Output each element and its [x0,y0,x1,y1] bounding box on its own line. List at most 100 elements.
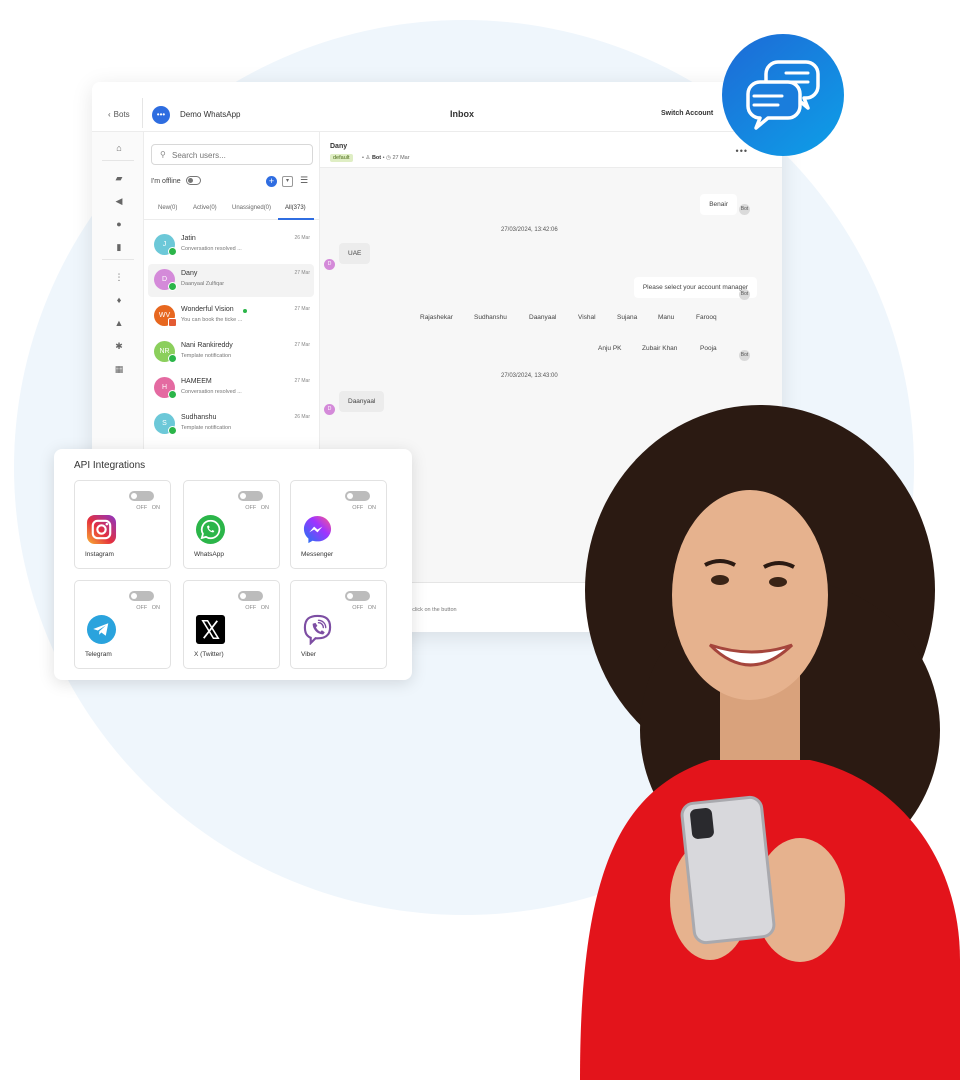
integration-tile-telegram[interactable]: OFF ON Telegram [74,580,171,669]
integration-tile-instagram[interactable]: OFF ON Instagram [74,480,171,569]
bot-avatar: Bot [739,350,750,361]
tab-new[interactable]: New(0) [158,205,177,211]
integration-toggle[interactable] [345,491,370,501]
off-on-labels: OFF ON [136,505,160,511]
conversation-item[interactable]: WV Wonderful Vision You can book the tic… [148,300,314,333]
chat-bubbles-badge [722,34,844,156]
tag-badge[interactable]: default [330,154,353,162]
chat-logo-icon: ••• [152,106,170,124]
message-bubble-incoming: Daanyaal [339,391,385,412]
option-button[interactable]: Rajashekar [420,314,453,321]
conversation-item[interactable]: NR Nani Rankireddy Template notification… [148,336,314,369]
conversation-item[interactable]: S Sudhanshu Template notification 26 Mar [148,408,314,441]
api-integrations-title: API Integrations [74,460,146,471]
integration-label: WhatsApp [194,551,224,558]
conversation-item[interactable]: J Jatin Conversation resolved ... 26 Mar [148,229,314,262]
inbox-icon[interactable]: ▰ [114,173,124,183]
x-twitter-icon [195,614,226,645]
bot-avatar: Bot [739,204,750,215]
web-badge-icon [168,318,177,327]
gear-icon[interactable]: ✱ [114,341,124,351]
whatsapp-badge-icon [168,282,177,291]
conversation-date: 27 Mar [294,378,310,384]
api-integrations-card: API Integrations OFF ON Instagram OFF ON… [54,449,412,680]
woman-with-phone-image [580,405,960,1080]
timestamp: 27/03/2024, 13:43:00 [501,373,558,379]
search-icon: ⚲ [160,150,166,159]
search-input[interactable] [172,148,308,162]
message-preview: Template notification [181,425,232,431]
bulb-icon[interactable]: ♦ [114,295,124,305]
users-icon[interactable]: ● [114,219,124,229]
whatsapp-badge-icon [168,390,177,399]
conversation-item[interactable]: H HAMEEM Conversation resolved ... 27 Ma… [148,372,314,405]
contact-name: Dany [181,270,198,277]
switch-account-button[interactable]: Switch Account [661,110,713,117]
rail-divider [102,160,134,161]
offline-toggle[interactable] [186,176,201,185]
assignee: Bot [371,155,382,161]
option-button[interactable]: Zubair Khan [642,345,677,352]
integration-tile-x-twitter[interactable]: OFF ON X (Twitter) [183,580,280,669]
flow-icon[interactable]: ⋮ [114,272,124,282]
option-button[interactable]: Farooq [696,314,717,321]
bot-avatar: Bot [739,289,750,300]
option-button[interactable]: Anju PK [598,345,622,352]
online-status-icon [243,309,247,313]
integration-label: Instagram [85,551,114,558]
integration-toggle[interactable] [345,591,370,601]
tab-active[interactable]: Active(0) [193,205,217,211]
option-button[interactable]: Pooja [700,345,717,352]
topbar: ‹ Bots ••• Demo WhatsApp Inbox Switch Acc… [92,82,782,132]
dropdown-button[interactable]: ▾ [282,176,293,187]
off-on-labels: OFF ON [352,505,376,511]
filter-icon[interactable]: ☰ [300,175,308,186]
integration-toggle[interactable] [129,591,154,601]
message-preview: Conversation resolved ... [181,246,242,252]
integration-tile-viber[interactable]: OFF ON Viber [290,580,387,669]
contact-name: Nani Rankireddy [181,342,233,349]
message-preview: Template notification [181,353,232,359]
bot-name: Demo WhatsApp [180,110,241,119]
chat-bubbles-icon [746,60,820,130]
off-on-labels: OFF ON [352,605,376,611]
whatsapp-badge-icon [168,354,177,363]
grid-icon[interactable]: ▦ [114,364,124,374]
instagram-icon [86,514,117,545]
off-on-labels: OFF ON [245,505,269,511]
message-preview: You can book the ticke ... [181,317,243,323]
back-to-bots-link[interactable]: ‹ Bots [108,110,130,119]
option-button[interactable]: Daanyaal [529,314,556,321]
user-avatar: D [324,259,335,270]
option-button[interactable]: Manu [658,314,674,321]
integration-toggle[interactable] [238,491,263,501]
conversation-item-selected[interactable]: D Dany Daanyaal Zulfiqar 27 Mar [148,264,314,297]
home-icon[interactable]: ⌂ [114,143,124,153]
integration-toggle[interactable] [238,591,263,601]
tab-all[interactable]: All(373) [285,205,306,211]
chevron-left-icon: ‹ [108,110,111,119]
option-button[interactable]: Sujana [617,314,637,321]
messenger-icon [303,515,332,544]
message-preview: Conversation resolved ... [181,389,242,395]
integration-tile-messenger[interactable]: OFF ON Messenger [290,480,387,569]
add-conversation-button[interactable]: + [266,176,277,187]
timestamp: 27/03/2024, 13:42:06 [501,227,558,233]
active-tab-indicator [278,218,314,220]
message-bubble-incoming: UAE [339,243,371,264]
conversation-date: 27 Mar [294,342,310,348]
option-button[interactable]: Sudhanshu [474,314,507,321]
integration-tile-whatsapp[interactable]: OFF ON WhatsApp [183,480,280,569]
whatsapp-badge-icon [168,247,177,256]
option-button[interactable]: Vishal [578,314,596,321]
whatsapp-icon [195,514,226,545]
conversation-tabs: New(0) Active(0) Unassigned(0) All(373) [144,198,320,220]
sitemap-icon[interactable]: ▲ [114,318,124,328]
tab-unassigned[interactable]: Unassigned(0) [232,205,271,211]
integration-label: Telegram [85,651,112,658]
bar-chart-icon[interactable]: ▮ [114,242,124,252]
integration-label: Messenger [301,551,334,558]
integration-toggle[interactable] [129,491,154,501]
viber-icon [303,614,332,645]
megaphone-icon[interactable]: ◀ [114,196,124,206]
